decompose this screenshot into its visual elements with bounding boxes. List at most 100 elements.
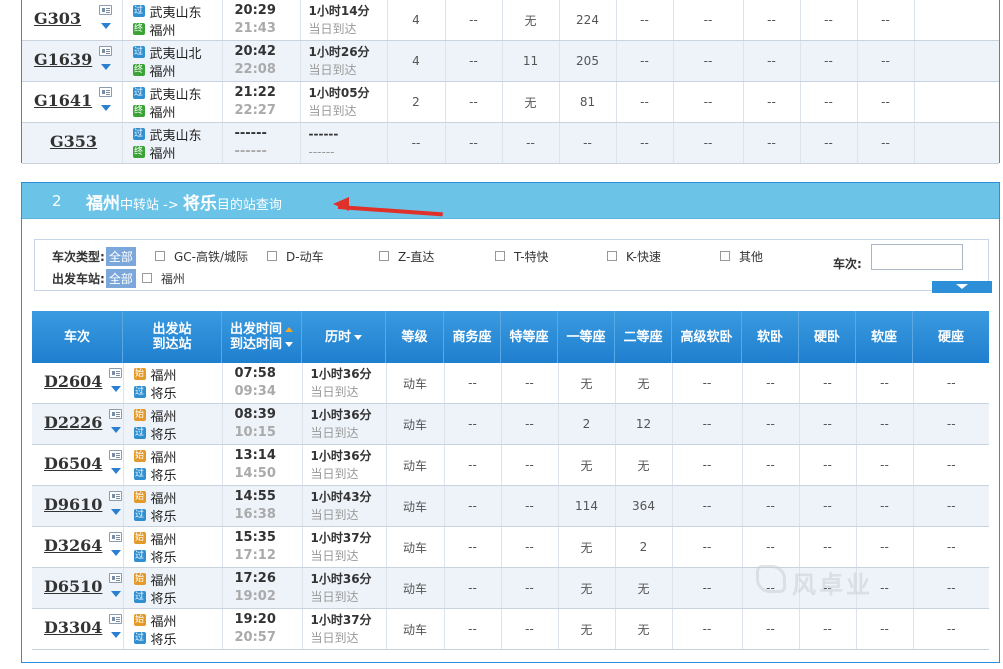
train-type-option[interactable]: Z-直达 bbox=[379, 247, 434, 265]
train-number-cell: D3264 bbox=[32, 526, 124, 568]
train-number-link[interactable]: D2226 bbox=[44, 413, 102, 432]
train-type-option[interactable]: K-快速 bbox=[607, 247, 661, 265]
arrival-station: 将乐 bbox=[150, 591, 177, 607]
duration-cell: 1小时37分 当日到达 bbox=[302, 526, 387, 568]
arrival-day: 当日到达 bbox=[310, 385, 359, 399]
arrival-station: 福州 bbox=[149, 23, 176, 39]
arrival-time: 14:50 bbox=[234, 466, 276, 481]
train-number-link[interactable]: D2604 bbox=[44, 372, 102, 391]
filter-collapse-toggle[interactable] bbox=[932, 281, 992, 293]
chevron-down-icon[interactable] bbox=[111, 427, 121, 433]
seat-availability-cell: -- bbox=[672, 444, 743, 486]
seat-availability-cell: -- bbox=[501, 567, 559, 609]
departure-time: ------ bbox=[234, 126, 267, 141]
chevron-down-icon[interactable] bbox=[111, 509, 121, 515]
seat-availability-cell: -- bbox=[672, 608, 743, 650]
train-type-checkbox[interactable] bbox=[267, 251, 277, 261]
departure-time: 13:14 bbox=[234, 448, 276, 463]
chevron-down-icon[interactable] bbox=[101, 23, 111, 29]
train-row: G303 过武夷山东终福州 20:29 21:43 1小时14分 当日到达 4 -- 无 224-… bbox=[22, 0, 999, 41]
chevron-down-icon[interactable] bbox=[111, 468, 121, 474]
stations-cell: 过武夷山东终福州 bbox=[122, 122, 223, 164]
stations-cell: 始福州过将乐 bbox=[123, 485, 223, 527]
grade-cell: 动车 bbox=[386, 608, 445, 650]
arrival-day: 当日到达 bbox=[310, 467, 359, 481]
station-checkbox[interactable] bbox=[141, 273, 152, 283]
train-type-all-button[interactable]: 全部 bbox=[105, 246, 136, 266]
arrival-day: 当日到达 bbox=[308, 104, 357, 118]
train-number-link[interactable]: D3304 bbox=[44, 618, 102, 637]
departure-time: 19:20 bbox=[234, 612, 276, 627]
train-type-checkbox[interactable] bbox=[495, 251, 505, 261]
train-info-card-icon[interactable] bbox=[99, 46, 112, 56]
header-departure-station: 出发站 bbox=[152, 322, 192, 337]
seat-availability-cell: -- bbox=[672, 526, 743, 568]
header-seat-type: 软座 bbox=[856, 311, 913, 363]
station-type-badge: 终 bbox=[132, 146, 145, 158]
train-info-card-icon[interactable] bbox=[109, 450, 122, 460]
times-cell: 15:35 17:12 bbox=[222, 526, 303, 568]
train-info-card-icon[interactable] bbox=[109, 573, 122, 583]
seat-availability-cell: -- bbox=[742, 526, 800, 568]
chevron-down-icon[interactable] bbox=[101, 105, 111, 111]
seat-availability-cell: -- bbox=[856, 444, 914, 486]
station-type-badge: 终 bbox=[132, 105, 145, 117]
train-number-link[interactable]: G1641 bbox=[34, 91, 92, 110]
seat-availability-cell: -- bbox=[387, 122, 446, 164]
seat-availability-cell: -- bbox=[743, 0, 801, 41]
train-type-option[interactable]: GC-高铁/城际 bbox=[155, 247, 248, 265]
stations-cell: 始福州过将乐 bbox=[123, 567, 223, 609]
train-number-link[interactable]: D6504 bbox=[44, 454, 102, 473]
train-type-checkbox[interactable] bbox=[155, 251, 165, 261]
train-info-card-icon[interactable] bbox=[109, 614, 122, 624]
train-info-card-icon[interactable] bbox=[109, 368, 122, 378]
stations-cell: 始福州过将乐 bbox=[123, 526, 223, 568]
train-number-input[interactable] bbox=[871, 244, 963, 270]
train-type-option[interactable]: 其他 bbox=[720, 247, 763, 265]
arrival-station: 将乐 bbox=[150, 427, 177, 443]
header-seat-type: 高级软卧 bbox=[672, 311, 742, 363]
train-info-card-icon[interactable] bbox=[99, 87, 112, 97]
chevron-down-icon[interactable] bbox=[111, 591, 121, 597]
train-number-link[interactable]: D3264 bbox=[44, 536, 102, 555]
station-type-badge: 始 bbox=[133, 573, 146, 585]
chevron-down-icon[interactable] bbox=[111, 386, 121, 392]
chevron-down-icon[interactable] bbox=[101, 64, 111, 70]
train-info-card-icon[interactable] bbox=[109, 532, 122, 542]
departure-time: 20:42 bbox=[234, 44, 276, 59]
train-type-checkbox[interactable] bbox=[607, 251, 617, 261]
departure-station: 武夷山北 bbox=[149, 46, 202, 62]
seat-availability-cell: 无 bbox=[615, 363, 673, 404]
train-number-link[interactable]: G353 bbox=[50, 132, 97, 151]
train-type-checkbox[interactable] bbox=[720, 251, 730, 261]
train-number-link[interactable]: D9610 bbox=[44, 495, 102, 514]
train-number-link[interactable]: G303 bbox=[34, 9, 81, 28]
seat-availability-cell: -- bbox=[444, 526, 502, 568]
duration-cell: ------ ------ bbox=[300, 122, 388, 164]
seat-availability-cell: -- bbox=[800, 122, 858, 164]
header-times[interactable]: 出发时间 到达时间 bbox=[222, 311, 302, 363]
header-duration[interactable]: 历时 bbox=[302, 311, 386, 363]
stations-cell: 过武夷山东终福州 bbox=[122, 0, 223, 41]
seat-availability-cell: 81 bbox=[559, 81, 617, 123]
train-info-card-icon[interactable] bbox=[109, 491, 122, 501]
train-type-option[interactable]: D-动车 bbox=[267, 247, 324, 265]
train-info-card-icon[interactable] bbox=[109, 409, 122, 419]
chevron-down-icon[interactable] bbox=[111, 550, 121, 556]
train-type-checkbox[interactable] bbox=[379, 251, 389, 261]
train-row: D9610 始福州过将乐 14:55 16:38 1小时43分 当日到达 动车 -- -- 114… bbox=[32, 485, 989, 527]
seat-availability-cell: -- bbox=[742, 363, 800, 404]
train-number-link[interactable]: G1639 bbox=[34, 50, 92, 69]
chevron-down-icon[interactable] bbox=[111, 632, 121, 638]
section-header: 2 福州中转站 -> 将乐目的站查询 bbox=[22, 183, 999, 219]
train-info-card-icon[interactable] bbox=[99, 5, 112, 15]
train-number-link[interactable]: D6510 bbox=[44, 577, 102, 596]
station-all-button[interactable]: 全部 bbox=[105, 268, 136, 288]
train-type-option[interactable]: T-特快 bbox=[495, 247, 549, 265]
seat-availability-cell: -- bbox=[742, 608, 800, 650]
seat-availability-cell: -- bbox=[444, 403, 502, 445]
seat-availability-cell: -- bbox=[856, 403, 914, 445]
header-stations[interactable]: 出发站 到达站 bbox=[123, 311, 222, 363]
stations-cell: 始福州过将乐 bbox=[123, 444, 223, 486]
seat-availability-cell: 364 bbox=[615, 485, 673, 527]
